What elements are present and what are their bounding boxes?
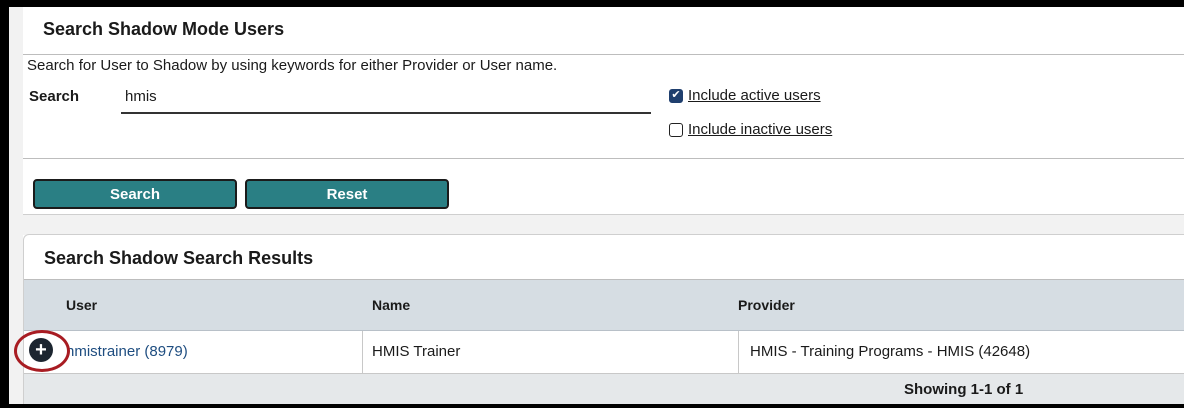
column-divider xyxy=(738,331,739,373)
column-header-name[interactable]: Name xyxy=(372,297,410,313)
check-icon: ✔ xyxy=(671,89,681,101)
include-active-label[interactable]: Include active users xyxy=(688,87,821,104)
search-label: Search xyxy=(29,88,80,105)
results-panel-title: Search Shadow Search Results xyxy=(44,248,314,268)
window-top-border xyxy=(0,0,1184,7)
include-active-checkbox[interactable]: ✔ xyxy=(669,88,683,103)
user-link[interactable]: hmistrainer (8979) xyxy=(66,343,188,360)
include-inactive-label[interactable]: Include inactive users xyxy=(688,121,832,138)
provider-cell: HMIS - Training Programs - HMIS (42648) xyxy=(750,343,1031,360)
window-left-border xyxy=(0,0,9,408)
panel-separator xyxy=(23,214,1184,235)
include-active-checkbox-row[interactable]: ✔ Include active users xyxy=(669,87,821,104)
include-inactive-checkbox[interactable] xyxy=(669,122,683,137)
window-bottom-border xyxy=(0,404,1184,408)
search-input[interactable] xyxy=(121,80,651,114)
table-header: User Name Provider xyxy=(24,280,1184,331)
pagination-status: Showing 1-1 of 1 xyxy=(904,381,1024,398)
plus-circle-icon[interactable]: + xyxy=(29,338,53,362)
results-panel: Search Shadow Search Results User Name P… xyxy=(23,234,1184,406)
include-inactive-checkbox-row[interactable]: Include inactive users xyxy=(669,121,832,138)
column-header-provider[interactable]: Provider xyxy=(738,297,795,313)
search-panel-title: Search Shadow Mode Users xyxy=(43,19,285,39)
table-footer: Showing 1-1 of 1 xyxy=(24,374,1184,406)
search-button[interactable]: Search xyxy=(33,179,237,209)
table-row[interactable]: hmistrainer (8979) HMIS Trainer HMIS - T… xyxy=(24,331,1184,374)
search-panel: Search Shadow Mode Users Search for User… xyxy=(23,7,1184,213)
name-cell: HMIS Trainer xyxy=(372,343,461,360)
search-instructions: Search for User to Shadow by using keywo… xyxy=(27,57,558,74)
column-divider xyxy=(362,331,363,373)
divider xyxy=(23,158,1184,159)
column-header-user[interactable]: User xyxy=(66,297,97,313)
divider xyxy=(23,54,1184,55)
reset-button[interactable]: Reset xyxy=(245,179,449,209)
expand-row-control[interactable]: + xyxy=(14,330,74,376)
